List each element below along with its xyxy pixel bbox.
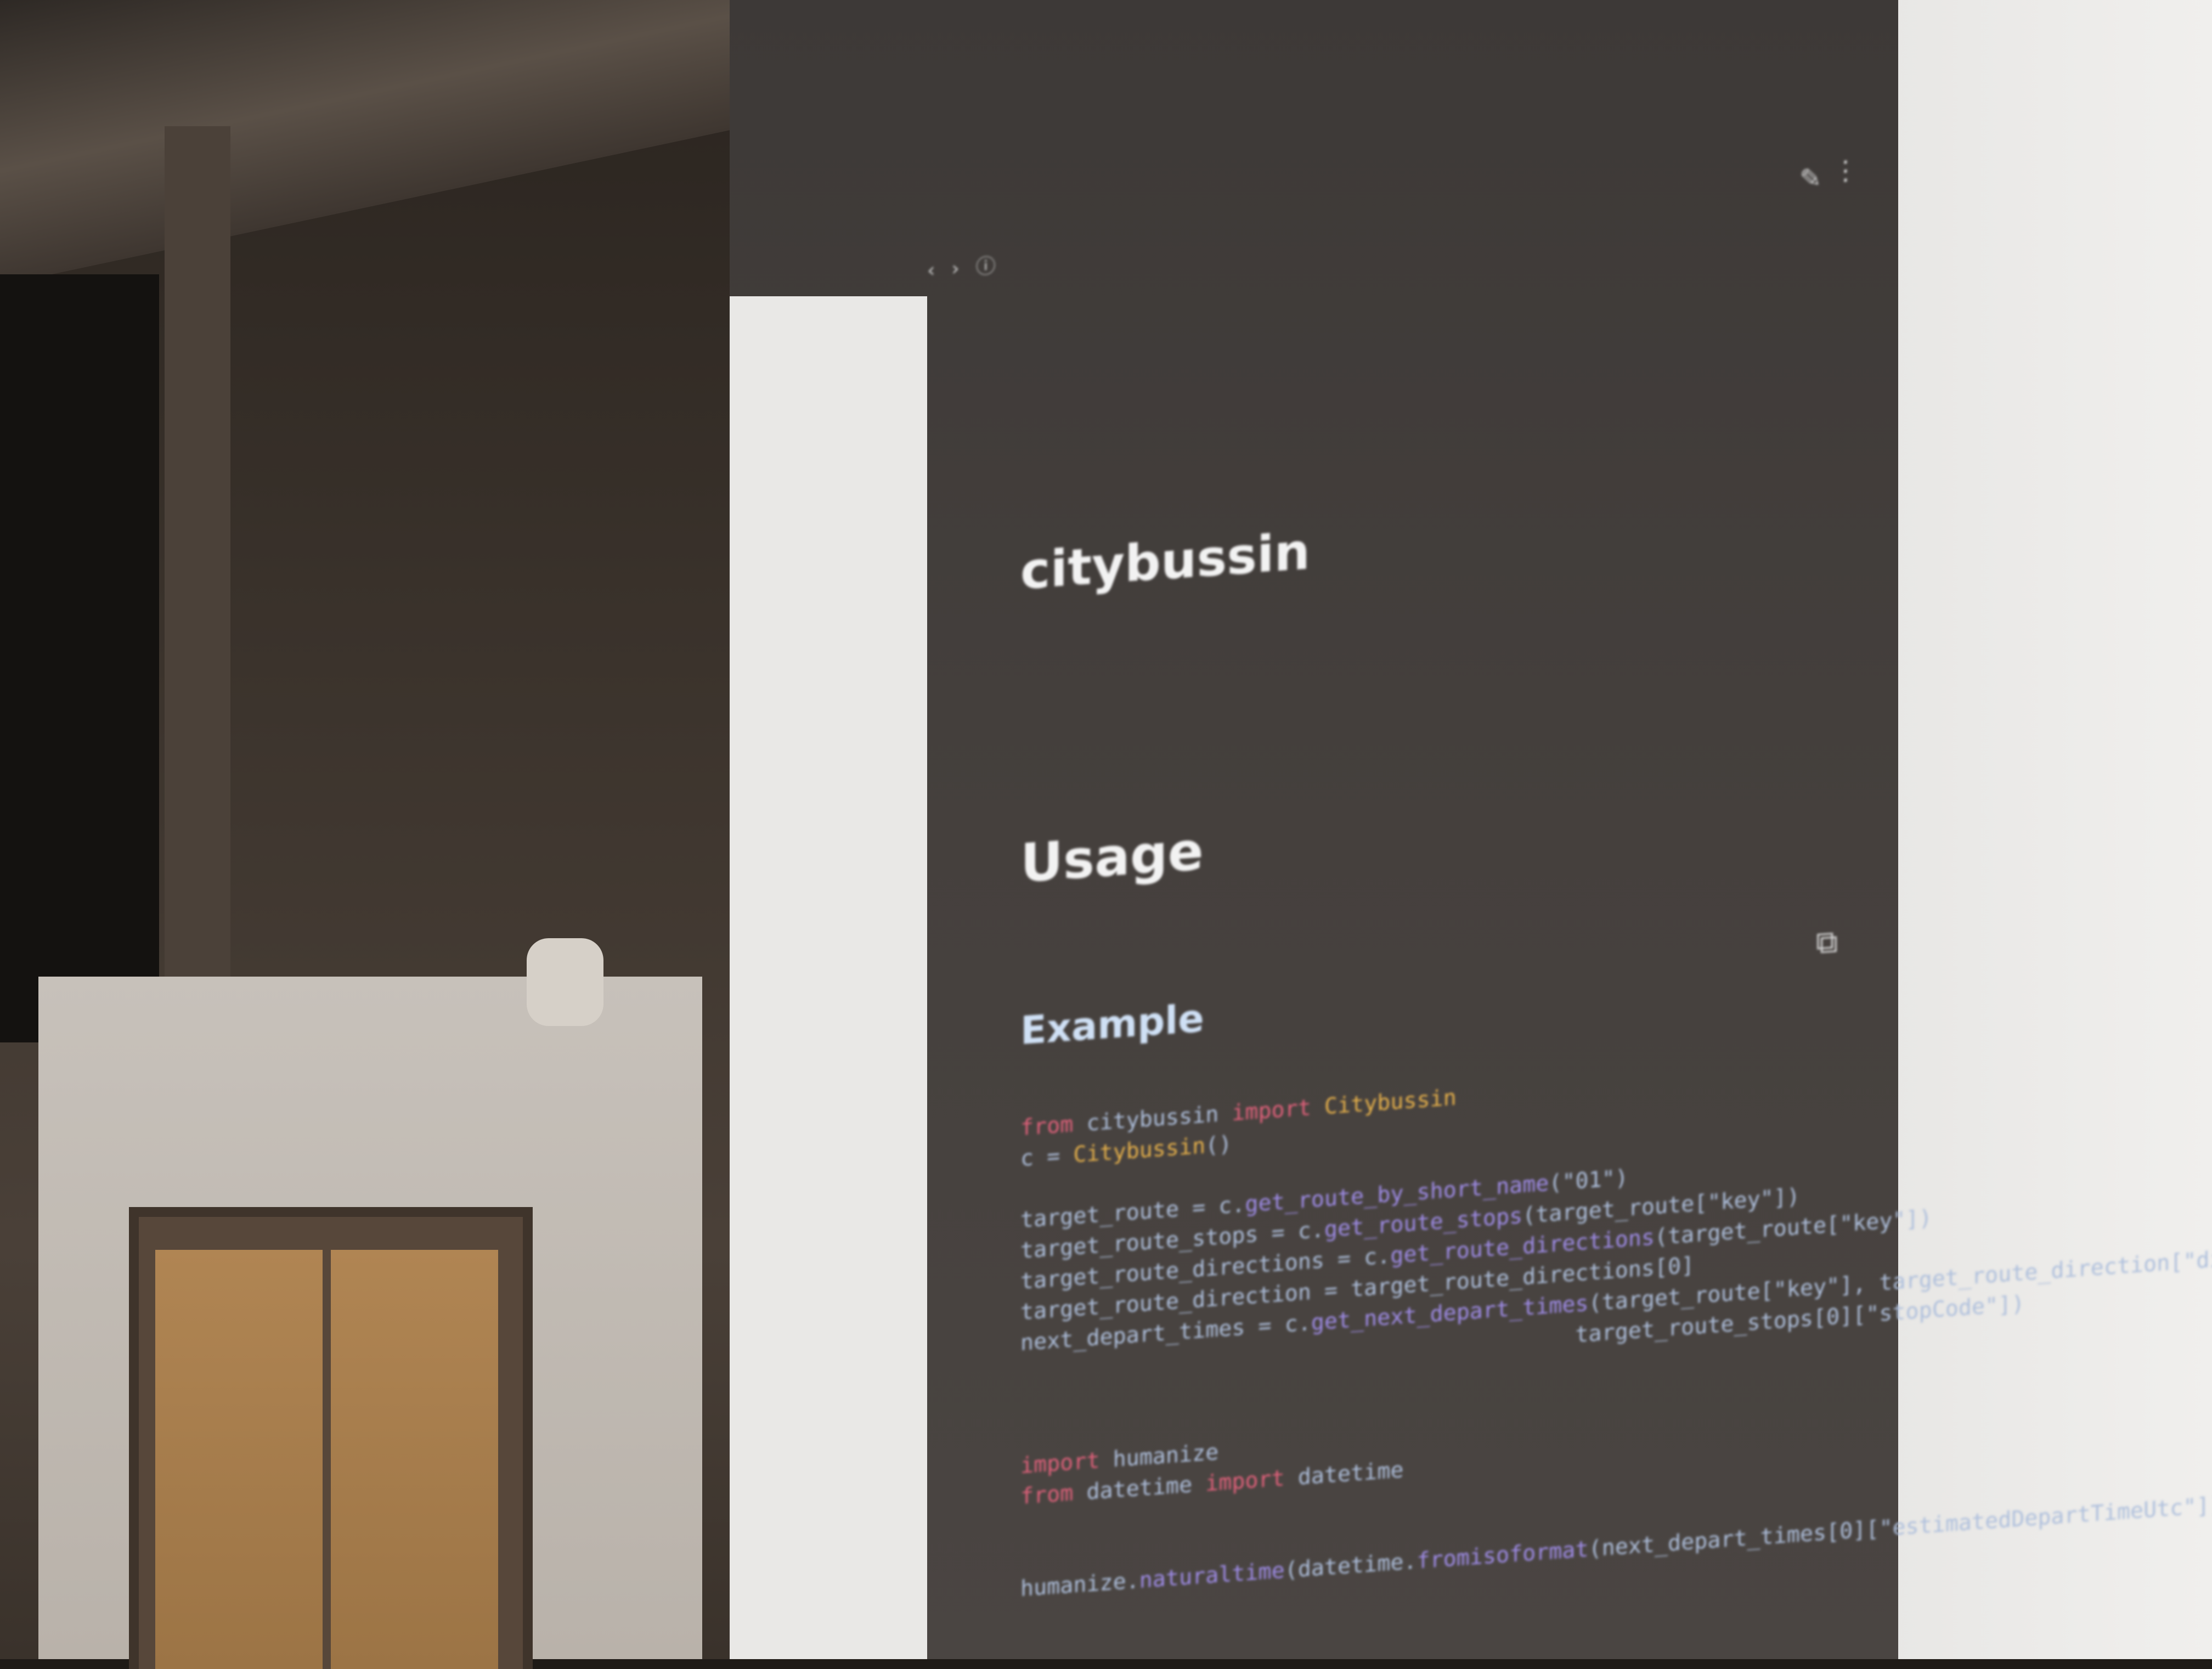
door-leaf-left (155, 1250, 323, 1669)
code-token: import (1232, 1095, 1311, 1126)
code-token: Citybussin (1073, 1133, 1206, 1168)
more-icon[interactable]: ⋮ (1832, 154, 1859, 187)
code-token: import (1020, 1448, 1100, 1479)
back-icon[interactable]: ‹ (927, 258, 951, 282)
code-token: c = (1020, 1142, 1074, 1172)
code-token: datetime (1284, 1457, 1404, 1491)
code-block: from citybussin import Citybussin c = Cit… (1020, 1018, 2212, 1635)
cabinet-door (129, 1207, 533, 1669)
page-margin (730, 296, 927, 1659)
code-token: from (1020, 1112, 1074, 1141)
code-token: humanize (1099, 1439, 1219, 1474)
wall-sensor (527, 938, 603, 1026)
usage-heading: Usage (1020, 820, 1204, 895)
forward-icon[interactable]: › (951, 256, 975, 280)
code-token: ("01") (1549, 1165, 1628, 1196)
code-token: from (1020, 1480, 1074, 1510)
nav-icons: ‹›ⓘ (927, 249, 1012, 283)
code-token: import (1205, 1465, 1285, 1497)
code-token: (datetime. (1284, 1548, 1417, 1583)
code-token: datetime (1073, 1471, 1206, 1506)
copy-icon[interactable]: ⧉ (1816, 924, 1838, 962)
code-token: () (1205, 1131, 1232, 1159)
dark-window (0, 274, 159, 1042)
wall-pillar (165, 126, 230, 1004)
readme-viewer: ‹›ⓘ ✎ ⋮ citybussin Usage Example ⧉ from … (927, 143, 2212, 1659)
readme-title: citybussin (1020, 522, 1310, 601)
edit-icon[interactable]: ✎ (1799, 162, 1821, 195)
door-leaf-right (331, 1250, 498, 1669)
example-heading: Example (1020, 995, 1204, 1054)
code-token: humanize. (1020, 1567, 1139, 1602)
info-icon[interactable]: ⓘ (976, 253, 1012, 279)
